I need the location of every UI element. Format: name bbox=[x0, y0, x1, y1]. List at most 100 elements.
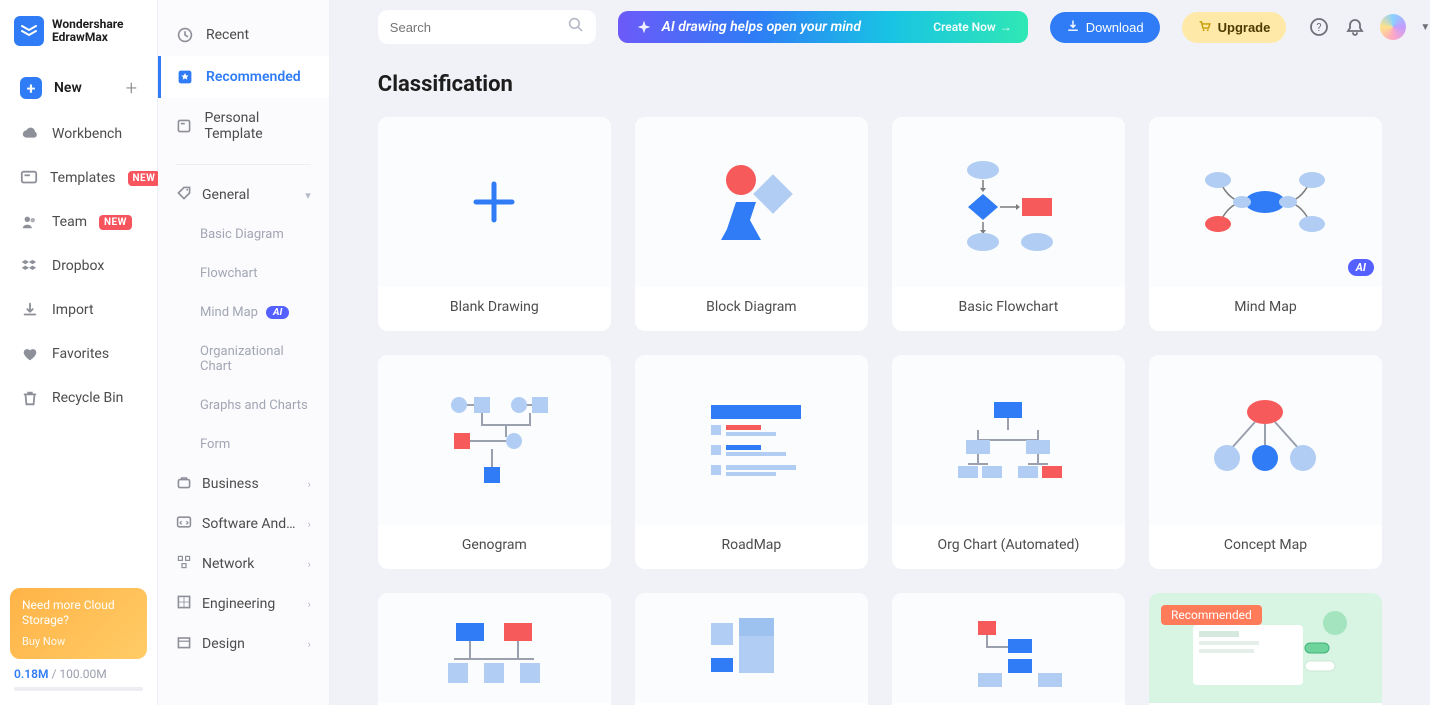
cat-label: Engineering bbox=[202, 596, 275, 612]
preview bbox=[1149, 117, 1382, 287]
template-card-block-diagram[interactable]: Block Diagram bbox=[635, 117, 868, 331]
storage-used: 0.18M bbox=[14, 667, 48, 681]
brand-logo-icon bbox=[14, 16, 44, 46]
template-card-roadmap[interactable]: RoadMap bbox=[635, 355, 868, 569]
template-card-partial-1[interactable] bbox=[378, 593, 611, 705]
preview bbox=[378, 355, 611, 525]
sub-mind-map[interactable]: Mind MapAI bbox=[158, 293, 329, 332]
s2-recent[interactable]: Recent bbox=[158, 14, 329, 56]
s2-personal-template[interactable]: Personal Template bbox=[158, 98, 329, 154]
nav-favorites[interactable]: Favorites bbox=[10, 332, 147, 376]
template-card-mind-map[interactable]: AI Mind Map bbox=[1149, 117, 1382, 331]
chevron-down-icon[interactable]: ▼ bbox=[1420, 22, 1430, 33]
cat-label: General bbox=[202, 187, 250, 203]
preview bbox=[378, 593, 611, 703]
cat-network[interactable]: Network › bbox=[158, 544, 329, 584]
storage-bar bbox=[14, 687, 143, 691]
template-card-partial-3[interactable] bbox=[892, 593, 1125, 705]
bell-icon[interactable] bbox=[1344, 16, 1366, 38]
nav-label: Team bbox=[52, 214, 87, 230]
search-box[interactable] bbox=[378, 10, 596, 44]
cart-icon bbox=[1198, 19, 1212, 36]
search-icon[interactable] bbox=[568, 17, 584, 37]
template-card-basic-flowchart[interactable]: Basic Flowchart bbox=[892, 117, 1125, 331]
template-card-partial-recommended[interactable]: Recommended bbox=[1149, 593, 1382, 705]
nav-recycle-bin[interactable]: Recycle Bin bbox=[10, 376, 147, 420]
nav-label: Favorites bbox=[52, 346, 109, 362]
banner-cta[interactable]: Create Now → bbox=[933, 20, 1012, 34]
cat-business[interactable]: Business › bbox=[158, 464, 329, 504]
nav-new[interactable]: + New + bbox=[10, 64, 147, 112]
user-avatar[interactable] bbox=[1380, 14, 1406, 40]
nav-dropbox[interactable]: Dropbox bbox=[10, 244, 147, 288]
topbar: AI drawing helps open your mind Create N… bbox=[378, 0, 1382, 66]
sub-form[interactable]: Form bbox=[158, 425, 329, 464]
preview bbox=[892, 593, 1125, 703]
ai-pill: AI bbox=[266, 306, 289, 319]
preview bbox=[635, 593, 868, 703]
template-card-genogram[interactable]: Genogram bbox=[378, 355, 611, 569]
preview bbox=[892, 117, 1125, 287]
storage-total: 100.00M bbox=[59, 667, 106, 681]
brand[interactable]: Wondershare EdrawMax bbox=[10, 14, 147, 64]
code-icon bbox=[176, 514, 192, 534]
secondary-sidebar: Recent Recommended Personal Template Gen… bbox=[158, 0, 330, 705]
template-card-org-chart-auto[interactable]: Org Chart (Automated) bbox=[892, 355, 1125, 569]
nav-workbench[interactable]: Workbench bbox=[10, 112, 147, 156]
cat-general[interactable]: General ▾ bbox=[158, 175, 329, 215]
preview bbox=[635, 355, 868, 525]
nav-team[interactable]: Team NEW bbox=[10, 200, 147, 244]
template-card-partial-2[interactable] bbox=[635, 593, 868, 705]
sub-basic-diagram[interactable]: Basic Diagram bbox=[158, 215, 329, 254]
cat-label: Design bbox=[202, 636, 245, 652]
dropbox-icon bbox=[20, 256, 40, 276]
star-badge-icon bbox=[176, 68, 194, 86]
chevron-right-icon: › bbox=[307, 638, 310, 651]
card-label: Org Chart (Automated) bbox=[938, 537, 1080, 553]
sub-graphs-and-charts[interactable]: Graphs and Charts bbox=[158, 386, 329, 425]
card-label: Mind Map bbox=[1234, 299, 1296, 315]
design-icon bbox=[176, 634, 192, 654]
engineering-icon bbox=[176, 594, 192, 614]
recommended-tag: Recommended bbox=[1161, 605, 1262, 625]
cat-design[interactable]: Design › bbox=[158, 624, 329, 664]
card-label: Genogram bbox=[462, 537, 527, 553]
briefcase-icon bbox=[176, 474, 192, 494]
templates-icon bbox=[20, 168, 38, 188]
team-icon bbox=[20, 212, 40, 232]
plus-icon[interactable]: + bbox=[126, 76, 137, 100]
cat-label: Software And… bbox=[202, 516, 296, 532]
s2-recommended[interactable]: Recommended bbox=[158, 56, 329, 98]
template-card-blank-drawing[interactable]: Blank Drawing bbox=[378, 117, 611, 331]
cat-engineering[interactable]: Engineering › bbox=[158, 584, 329, 624]
search-input[interactable] bbox=[390, 20, 568, 35]
storage-promo-card[interactable]: Need more Cloud Storage? Buy Now bbox=[10, 588, 147, 659]
nav-import[interactable]: Import bbox=[10, 288, 147, 332]
cat-software[interactable]: Software And… › bbox=[158, 504, 329, 544]
template-grid-row3: Recommended bbox=[378, 593, 1382, 705]
new-badge: NEW bbox=[99, 215, 132, 230]
chevron-right-icon: › bbox=[307, 558, 310, 571]
nav-label: Workbench bbox=[52, 126, 122, 142]
sub-organizational-chart[interactable]: Organizational Chart bbox=[158, 332, 329, 386]
card-label: Basic Flowchart bbox=[959, 299, 1059, 315]
sub-flowchart[interactable]: Flowchart bbox=[158, 254, 329, 293]
card-label: Block Diagram bbox=[706, 299, 796, 315]
plus-square-icon: + bbox=[20, 77, 42, 99]
promo-title: Need more Cloud Storage? bbox=[22, 598, 135, 629]
preview: Recommended bbox=[1149, 593, 1382, 703]
sparkle-icon bbox=[634, 17, 654, 37]
storage-usage: 0.18M / 100.00M bbox=[10, 659, 147, 691]
help-icon[interactable]: ? bbox=[1308, 16, 1330, 38]
nav-templates[interactable]: Templates NEW bbox=[10, 156, 147, 200]
ai-promo-banner[interactable]: AI drawing helps open your mind Create N… bbox=[618, 11, 1028, 43]
upgrade-button[interactable]: Upgrade bbox=[1182, 12, 1287, 43]
promo-buy-link[interactable]: Buy Now bbox=[22, 635, 135, 649]
download-button[interactable]: Download bbox=[1050, 12, 1160, 43]
main-content: AI drawing helps open your mind Create N… bbox=[330, 0, 1430, 705]
tag-icon bbox=[176, 185, 192, 205]
heart-icon bbox=[20, 344, 40, 364]
template-card-concept-map[interactable]: Concept Map bbox=[1149, 355, 1382, 569]
top-icons: ? ▼ bbox=[1308, 14, 1430, 40]
nav-label: Recycle Bin bbox=[52, 390, 123, 406]
